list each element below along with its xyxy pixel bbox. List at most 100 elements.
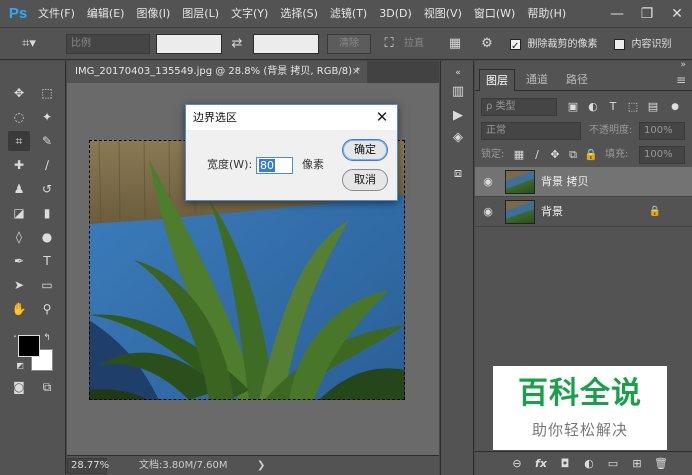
lock-transparent-icon[interactable]: ▦ [511,146,527,164]
overlay-grid-icon[interactable]: ▦ [444,34,466,54]
gear-icon[interactable]: ⚙ [476,34,498,54]
filter-type-icon[interactable]: T [605,98,621,116]
layer-row-background-copy[interactable]: ◉ 背景 拷贝 [475,167,692,197]
type-tool-icon[interactable]: T [36,251,58,271]
menu-filter[interactable]: 滤镜(T) [324,0,373,28]
opacity-field[interactable]: 100% [639,122,685,140]
dialog-close-icon[interactable]: ✕ [373,105,391,130]
filter-toggle-icon[interactable]: ● [667,98,683,116]
clear-button[interactable]: 清除 [327,34,371,54]
lock-position-icon[interactable]: ✥ [547,146,563,164]
3d-panel-icon[interactable]: ◈ [447,127,469,147]
straighten-icon[interactable]: ⛶ [380,34,398,54]
zoom-level-field[interactable]: 28.77% [67,458,109,474]
menu-layer[interactable]: 图层(L) [176,0,225,28]
document-tab[interactable]: IMG_20170403_135549.jpg @ 28.8% (背景 拷贝, … [67,61,367,83]
filter-shape-icon[interactable]: ⬚ [625,98,641,116]
lock-artboard-icon[interactable]: ⧉ [565,146,581,164]
link-icon[interactable]: ⊖ [509,456,525,472]
layer-row-background[interactable]: ◉ 背景 🔒 [475,197,692,227]
cancel-button[interactable]: 取消 [342,169,388,191]
tab-layers[interactable]: 图层 [479,69,515,91]
eyedropper-tool-icon[interactable]: ✎ [36,131,58,151]
healing-brush-tool-icon[interactable]: ✚ [8,155,30,175]
tab-paths[interactable]: 路径 [559,69,595,91]
swap-icon[interactable]: ⇄ [228,34,246,54]
filter-adjustment-icon[interactable]: ◐ [585,98,601,116]
hand-tool-icon[interactable]: ✋ [8,299,30,319]
menu-file[interactable]: 文件(F) [32,0,81,28]
filter-pixel-icon[interactable]: ▣ [565,98,581,116]
ratio-height-input[interactable] [253,34,319,54]
minimize-button[interactable]: — [602,0,632,28]
lasso-tool-icon[interactable]: ◌ [8,107,30,127]
crop-tool-preset-icon[interactable]: ⌗▾ [14,34,44,54]
menu-image[interactable]: 图像(I) [130,0,176,28]
layer-filter-select[interactable]: ρ 类型 [481,98,557,116]
clone-stamp-tool-icon[interactable]: ♟ [8,179,30,199]
menu-window[interactable]: 窗口(W) [468,0,521,28]
brush-tool-icon[interactable]: ∕ [36,155,58,175]
zoom-tool-icon[interactable]: ⚲ [36,299,58,319]
filter-smart-object-icon[interactable]: ▤ [645,98,661,116]
lock-fill-row: 锁定: ▦ ∕ ✥ ⧉ 🔒 填充: 100% [475,143,692,167]
ratio-width-input[interactable] [156,34,222,54]
default-colors-icon[interactable]: ◩ [14,359,26,371]
menu-view[interactable]: 视图(V) [418,0,468,28]
lock-image-icon[interactable]: ∕ [529,146,545,164]
actions-panel-icon[interactable]: ▶ [447,105,469,125]
quick-mask-icon[interactable]: ◙ [8,377,30,397]
swap-colors-icon[interactable]: ↰ [40,331,54,345]
fill-field[interactable]: 100% [639,146,685,164]
watermark-title: 百科全说 [518,376,642,411]
marquee-tool-icon[interactable]: ⬚ [36,83,58,103]
screen-mode-icon[interactable]: ⧉ [36,377,58,397]
path-selection-tool-icon[interactable]: ➤ [8,275,30,295]
rectangle-tool-icon[interactable]: ▭ [36,275,58,295]
blur-tool-icon[interactable]: ◊ [8,227,30,247]
visibility-eye-icon[interactable]: ◉ [481,175,495,189]
menu-edit[interactable]: 编辑(E) [81,0,131,28]
history-brush-tool-icon[interactable]: ↺ [36,179,58,199]
lock-all-icon[interactable]: 🔒 [583,146,599,164]
menu-type[interactable]: 文字(Y) [225,0,274,28]
document-tab-close-icon[interactable]: × [349,61,363,83]
crop-tool-icon[interactable]: ⌗ [8,131,30,151]
close-window-button[interactable]: ✕ [662,0,692,28]
status-menu-arrow-icon[interactable]: ❯ [257,458,265,474]
new-layer-icon[interactable]: ⊞ [629,456,645,472]
menu-select[interactable]: 选择(S) [274,0,324,28]
collapse-dock-icon[interactable]: « [447,63,469,83]
gradient-tool-icon[interactable]: ▮ [36,203,58,223]
maximize-button[interactable]: ❐ [632,0,662,28]
delete-cropped-checkbox[interactable] [510,37,521,57]
paragraph-panel-icon[interactable]: ⧈ [447,163,469,183]
fx-icon[interactable]: fx [533,456,549,472]
tab-channels[interactable]: 通道 [519,69,555,91]
adjustment-icon[interactable]: ◐ [581,456,597,472]
menu-3d[interactable]: 3D(D) [373,0,418,28]
blend-mode-select[interactable]: 正常 [481,122,581,140]
move-tool-icon[interactable]: ✥ [8,83,30,103]
panel-menu-icon[interactable]: ≡ [676,69,686,91]
mask-icon[interactable]: ◘ [557,456,573,472]
panel-collapse-icon[interactable]: » [680,61,686,70]
content-aware-checkbox[interactable] [614,38,625,50]
width-input[interactable]: 80 [256,157,293,174]
eraser-tool-icon[interactable]: ◪ [8,203,30,223]
magic-wand-tool-icon[interactable]: ✦ [36,107,58,127]
ratio-select[interactable]: 比例 [66,34,150,54]
history-panel-icon[interactable]: ▥ [447,81,469,101]
dodge-tool-icon[interactable]: ● [36,227,58,247]
delete-cropped-option[interactable]: 删除裁剪的像素 [510,34,630,57]
menu-help[interactable]: 帮助(H) [521,0,572,28]
pen-tool-icon[interactable]: ✒ [8,251,30,271]
visibility-eye-icon[interactable]: ◉ [481,205,495,219]
dialog-titlebar[interactable]: 边界选区 ✕ [186,105,397,130]
trash-icon[interactable]: 🗑 [653,456,669,472]
folder-icon[interactable]: ▭ [605,456,621,472]
watermark-badge: 百科全说 助你轻松解决 [493,366,667,450]
ok-button[interactable]: 确定 [342,139,388,161]
foreground-color-swatch[interactable] [18,335,40,357]
content-aware-option[interactable]: 内容识别 [614,34,684,54]
